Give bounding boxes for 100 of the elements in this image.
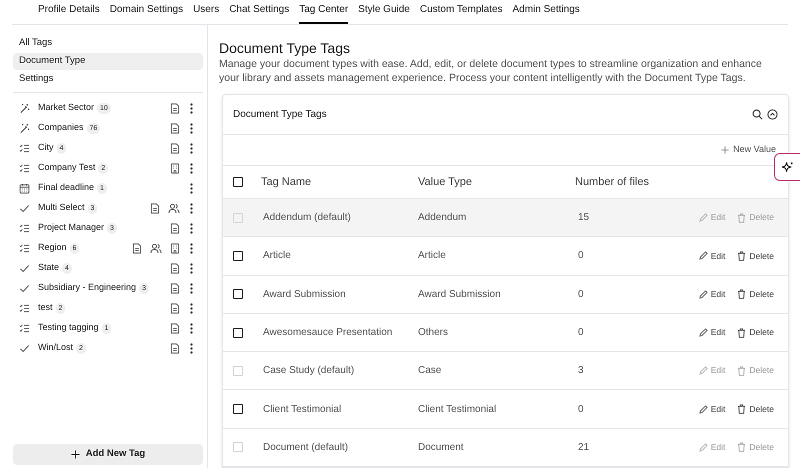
trash-icon (737, 328, 746, 338)
table-cell-text: Client Testimonial (263, 402, 342, 417)
document-icon[interactable] (170, 222, 180, 234)
more-options-icon[interactable] (190, 182, 193, 194)
more-options-icon[interactable] (190, 202, 193, 214)
document-icon[interactable] (170, 262, 180, 274)
document-icon[interactable] (170, 302, 180, 314)
more-options-icon[interactable] (190, 242, 193, 254)
document-icon[interactable] (170, 142, 180, 154)
tag-name[interactable]: Companies (38, 121, 84, 135)
tag-name[interactable]: Final deadline (38, 181, 94, 195)
trash-icon (737, 442, 746, 452)
more-options-icon[interactable] (190, 122, 193, 134)
people-icon[interactable] (168, 202, 180, 214)
sidebar-nav-item[interactable]: All Tags (13, 35, 203, 52)
add-tag-button[interactable]: Add New Tag (13, 444, 203, 465)
table-cell-text: Addendum (418, 211, 468, 226)
row-checkbox[interactable] (233, 250, 243, 261)
pencil-icon (698, 366, 708, 376)
edit-button[interactable]: Edit (698, 326, 726, 339)
document-icon[interactable] (132, 242, 142, 254)
table-cell-text: Client Testimonial (418, 402, 498, 417)
trash-icon (737, 250, 746, 261)
table-cell-text: 0 (578, 249, 585, 264)
more-options-icon[interactable] (190, 342, 193, 354)
trash-icon (737, 289, 746, 300)
more-options-icon[interactable] (190, 322, 193, 334)
tab[interactable]: Tag Center (299, 2, 348, 24)
more-options-icon[interactable] (190, 222, 193, 234)
tag-name[interactable]: State (38, 261, 60, 275)
select-all-checkbox[interactable] (233, 177, 243, 187)
row-checkbox[interactable] (233, 328, 243, 338)
sparkle-icon (781, 160, 794, 174)
table-cell-text: 0 (578, 326, 585, 340)
document-icon[interactable] (150, 202, 160, 214)
page-title: Document Type Tags (219, 39, 352, 57)
edit-button[interactable]: Edit (698, 250, 726, 262)
tag-name[interactable]: Company Test (38, 161, 96, 175)
pencil-icon (698, 404, 708, 414)
trash-icon (737, 366, 746, 376)
tab[interactable]: Users (193, 2, 220, 24)
tab[interactable]: Admin Settings (512, 2, 580, 24)
more-options-icon[interactable] (190, 162, 193, 174)
more-options-icon[interactable] (190, 142, 193, 154)
document-icon[interactable] (170, 282, 180, 294)
trash-icon (737, 404, 746, 414)
new-value-button[interactable]: New Value (721, 143, 776, 157)
row-checkbox[interactable] (233, 289, 243, 300)
edit-button[interactable]: Edit (698, 402, 726, 416)
more-options-icon[interactable] (190, 102, 193, 114)
column-header: Tag Name (261, 174, 312, 190)
checkmark-icon (19, 342, 30, 354)
more-options-icon[interactable] (190, 262, 193, 274)
table-cell-text: Award Submission (263, 288, 347, 302)
delete-button[interactable]: Delete (737, 326, 774, 339)
tag-name[interactable]: Project Manager (38, 221, 104, 235)
document-icon[interactable] (170, 342, 180, 354)
checklist-icon (19, 302, 30, 314)
people-icon[interactable] (150, 242, 162, 254)
tag-name[interactable]: Region (38, 241, 67, 255)
magic-wand-icon (19, 122, 30, 134)
table-cell-text: Article (263, 249, 292, 264)
table-cell-text: 21 (578, 440, 590, 455)
building-icon[interactable] (170, 162, 180, 174)
table-cell-text: Case (418, 364, 442, 378)
tag-name[interactable]: City (38, 141, 54, 155)
plus-icon (70, 450, 80, 459)
tab[interactable]: Chat Settings (229, 2, 290, 24)
delete-button[interactable]: Delete (737, 250, 774, 262)
document-icon[interactable] (170, 102, 180, 114)
more-options-icon[interactable] (190, 302, 193, 314)
tag-name[interactable]: test (38, 301, 53, 315)
tag-name[interactable]: Subsidiary - Engineering (38, 281, 136, 295)
assistant-button[interactable] (774, 153, 800, 181)
table-cell-text: Awesomesauce Presentation (263, 326, 394, 340)
tab[interactable]: Profile Details (38, 2, 100, 24)
row-checkbox[interactable] (233, 404, 243, 414)
edit-button[interactable]: Edit (698, 288, 726, 301)
pencil-icon (698, 442, 708, 452)
tag-name[interactable]: Multi Select (38, 201, 85, 215)
tag-name[interactable]: Market Sector (38, 101, 94, 115)
search-icon[interactable] (752, 109, 763, 120)
document-icon[interactable] (170, 122, 180, 134)
tag-name[interactable]: Testing tagging (38, 321, 99, 335)
delete-button[interactable]: Delete (737, 402, 774, 416)
table-cell-text: Case Study (default) (263, 364, 356, 378)
column-header: Value Type (418, 174, 474, 190)
document-icon[interactable] (170, 322, 180, 334)
collapse-icon[interactable] (767, 109, 778, 120)
trash-icon (737, 212, 746, 223)
tab[interactable]: Domain Settings (110, 2, 184, 24)
tab[interactable]: Style Guide (358, 2, 410, 24)
more-options-icon[interactable] (190, 282, 193, 294)
tab[interactable]: Custom Templates (420, 2, 503, 24)
sidebar-nav-item[interactable]: Document Type (13, 53, 203, 70)
table-cell-text: 3 (578, 364, 585, 378)
building-icon[interactable] (170, 242, 180, 254)
sidebar-nav-item[interactable]: Settings (13, 71, 203, 88)
tag-name[interactable]: Win/Lost (38, 341, 74, 355)
delete-button[interactable]: Delete (737, 288, 774, 301)
